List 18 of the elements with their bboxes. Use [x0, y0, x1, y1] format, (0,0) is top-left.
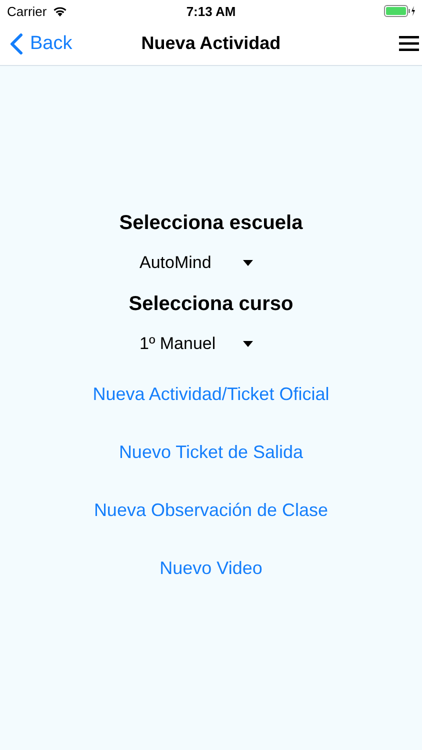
caret-icon [242, 260, 252, 266]
dropdown[interactable]: AutoMind [140, 253, 252, 273]
section-heading: Selecciona curso [128, 293, 294, 317]
action-link[interactable]: Nuevo Video [160, 558, 262, 579]
nav-title: Nueva Actividad [140, 33, 282, 54]
caret-icon [242, 341, 252, 347]
clock-time: 7:13 AM [185, 4, 237, 18]
carrier-label: Carrier [7, 4, 47, 18]
action-link[interactable]: Nueva Observación de Clase [94, 500, 328, 521]
action-link[interactable]: Nueva Actividad/Ticket Oficial [92, 384, 330, 405]
wifi-icon [52, 5, 68, 17]
dropdown[interactable]: 1º Manuel [140, 334, 252, 354]
chevron-icon [10, 32, 23, 54]
action-link[interactable]: Nuevo Ticket de Salida [118, 442, 304, 463]
menu-icon[interactable] [399, 36, 419, 51]
back-button[interactable]: Back [10, 32, 72, 54]
battery-icon [384, 5, 416, 17]
section-heading: Selecciona escuela [119, 212, 303, 236]
